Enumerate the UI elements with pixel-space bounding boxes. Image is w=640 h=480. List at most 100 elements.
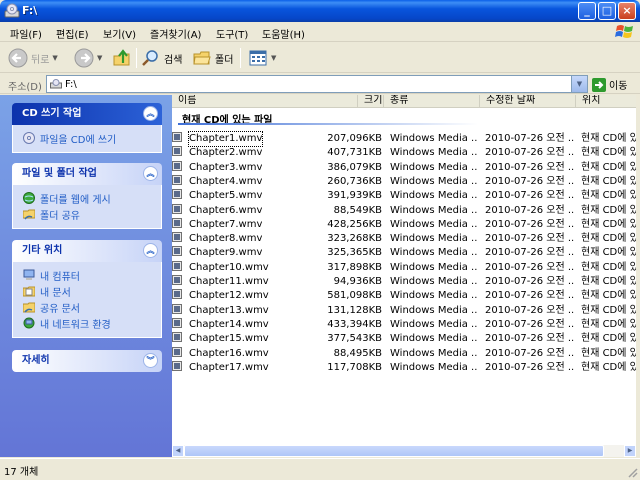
collapse-icon[interactable]: ︽ bbox=[143, 106, 158, 121]
file-type: Windows Media ... bbox=[390, 218, 478, 230]
scroll-right-icon[interactable]: ▶ bbox=[624, 445, 636, 457]
back-dropdown-icon[interactable]: ▼ bbox=[52, 54, 57, 62]
menu-file[interactable]: 파일(F) bbox=[10, 26, 42, 41]
video-file-icon bbox=[172, 260, 182, 271]
file-date: 2010-07-26 오전 ... bbox=[485, 161, 575, 173]
file-row[interactable]: Chapter15.wmv 377,543KB Windows Media ... 2… bbox=[172, 332, 636, 346]
horizontal-scrollbar[interactable]: ◀ ▶ bbox=[172, 445, 636, 457]
my-documents-link[interactable]: 내 문서 bbox=[23, 283, 151, 299]
cd-tasks-header[interactable]: CD 쓰기 작업 ︽ bbox=[12, 103, 162, 125]
file-row[interactable]: Chapter6.wmv 88,549KB Windows Media ... 201… bbox=[172, 203, 636, 218]
file-row[interactable]: Chapter7.wmv 428,256KB Windows Media ... 20… bbox=[172, 217, 636, 232]
other-places-header[interactable]: 기타 위치 ︽ bbox=[12, 240, 162, 262]
menu-view[interactable]: 보기(V) bbox=[103, 26, 136, 41]
resize-grip-icon[interactable] bbox=[626, 466, 638, 478]
column-location[interactable]: 위치 bbox=[576, 95, 636, 108]
file-row[interactable]: Chapter12.wmv 581,098KB Windows Media ... 2… bbox=[172, 289, 636, 303]
cd-drive-icon bbox=[50, 79, 62, 89]
file-type: Windows Media ... bbox=[390, 318, 478, 330]
video-file-icon bbox=[172, 317, 182, 328]
address-dropdown-icon[interactable]: ▼ bbox=[571, 76, 587, 92]
title-bar[interactable]: F:\ _ □ × bbox=[0, 0, 640, 22]
details-header[interactable]: 자세히 ︾ bbox=[12, 350, 162, 372]
file-date: 2010-07-26 오전 ... bbox=[485, 318, 575, 330]
file-size: 581,098KB bbox=[327, 290, 382, 302]
file-row[interactable]: Chapter16.wmv 88,495KB Windows Media ... 20… bbox=[172, 346, 636, 361]
file-name: Chapter11.wmv bbox=[189, 276, 269, 287]
file-row[interactable]: Chapter13.wmv 131,128KB Windows Media ... 2… bbox=[172, 303, 636, 318]
file-row[interactable]: Chapter4.wmv 260,736KB Windows Media ... 20… bbox=[172, 174, 636, 189]
file-tasks-panel: 파일 및 폴더 작업 ︽ 폴더를 웹에 게시 폴더 공유 bbox=[12, 163, 162, 229]
go-button[interactable]: 이동 bbox=[592, 77, 627, 92]
details-title: 자세히 bbox=[22, 355, 50, 366]
file-name: Chapter9.wmv bbox=[189, 247, 263, 259]
up-folder-button[interactable] bbox=[112, 47, 132, 69]
my-computer-link[interactable]: 내 컴퓨터 bbox=[23, 267, 151, 283]
expand-icon[interactable]: ︾ bbox=[143, 353, 158, 368]
file-name: Chapter2.wmv bbox=[189, 147, 263, 159]
file-row[interactable]: Chapter2.wmv 407,731KB Windows Media ... 20… bbox=[172, 146, 636, 160]
search-button[interactable]: 검색 bbox=[141, 47, 182, 69]
scroll-thumb[interactable] bbox=[184, 445, 604, 457]
collapse-icon[interactable]: ︽ bbox=[143, 243, 158, 258]
back-button[interactable]: 뒤로 ▼ bbox=[8, 47, 58, 69]
folders-icon bbox=[193, 51, 211, 65]
file-type: Windows Media ... bbox=[390, 333, 478, 345]
column-modified[interactable]: 수정한 날짜 bbox=[480, 95, 576, 108]
file-row[interactable]: Chapter10.wmv 317,898KB Windows Media ... 2… bbox=[172, 260, 636, 275]
close-button[interactable]: × bbox=[618, 2, 636, 20]
file-row[interactable]: Chapter11.wmv 94,936KB Windows Media ... 20… bbox=[172, 275, 636, 289]
file-type: Windows Media ... bbox=[390, 304, 478, 316]
shared-documents-link[interactable]: 공유 문서 bbox=[23, 299, 151, 315]
folders-label: 폴더 bbox=[215, 54, 234, 66]
scroll-left-icon[interactable]: ◀ bbox=[172, 445, 184, 457]
file-list-view[interactable]: 이름 크기 종류 수정한 날짜 위치 현재 CD에 있는 파일 Chapter1… bbox=[172, 95, 636, 457]
column-size[interactable]: 크기 bbox=[358, 95, 384, 108]
forward-button[interactable]: ▼ bbox=[74, 47, 102, 69]
file-size: 117,708KB bbox=[327, 361, 382, 373]
write-to-cd-link[interactable]: 파일을 CD에 쓰기 bbox=[23, 130, 151, 146]
file-type: Windows Media ... bbox=[390, 276, 478, 287]
menu-favorites[interactable]: 즐겨찾기(A) bbox=[150, 26, 201, 41]
minimize-button[interactable]: _ bbox=[578, 2, 596, 20]
column-type[interactable]: 종류 bbox=[384, 95, 480, 108]
file-row[interactable]: Chapter5.wmv 391,939KB Windows Media ... 20… bbox=[172, 189, 636, 203]
file-tasks-header[interactable]: 파일 및 폴더 작업 ︽ bbox=[12, 163, 162, 185]
file-row[interactable]: Chapter1.wmv 207,096KB Windows Media ... 20… bbox=[172, 131, 636, 147]
file-row[interactable]: Chapter17.wmv 117,708KB Windows Media ... 2… bbox=[172, 360, 636, 375]
toolbar: 뒤로 ▼ ▼ 검색 폴더 ▼ bbox=[0, 43, 640, 73]
file-date: 2010-07-26 오전 ... bbox=[485, 261, 575, 273]
other-places-title: 기타 위치 bbox=[22, 245, 63, 256]
column-name[interactable]: 이름 bbox=[172, 95, 358, 108]
go-arrow-icon bbox=[592, 77, 606, 92]
file-location: 현재 CD에 있 bbox=[581, 304, 636, 316]
menu-tools[interactable]: 도구(T) bbox=[216, 26, 248, 41]
video-file-icon bbox=[172, 289, 182, 300]
video-file-icon bbox=[172, 203, 182, 214]
share-folder-link[interactable]: 폴더 공유 bbox=[23, 206, 151, 222]
forward-dropdown-icon[interactable]: ▼ bbox=[97, 54, 102, 62]
file-size: 433,394KB bbox=[327, 318, 382, 330]
collapse-icon[interactable]: ︽ bbox=[143, 166, 158, 181]
address-input[interactable]: F:\ ▼ bbox=[46, 75, 588, 93]
folders-button[interactable]: 폴더 bbox=[192, 47, 233, 69]
network-places-label: 내 네트워크 환경 bbox=[40, 319, 111, 331]
file-name: Chapter8.wmv bbox=[189, 233, 263, 245]
file-type: Windows Media ... bbox=[390, 190, 478, 202]
file-name: Chapter13.wmv bbox=[189, 304, 269, 316]
file-row[interactable]: Chapter3.wmv 386,079KB Windows Media ... 20… bbox=[172, 160, 636, 175]
views-dropdown-icon[interactable]: ▼ bbox=[271, 54, 276, 62]
file-date: 2010-07-26 오전 ... bbox=[485, 247, 575, 259]
menu-help[interactable]: 도움말(H) bbox=[262, 26, 305, 41]
menu-edit[interactable]: 편집(E) bbox=[56, 26, 89, 41]
cd-tasks-panel: CD 쓰기 작업 ︽ 파일을 CD에 쓰기 bbox=[12, 103, 162, 153]
file-row[interactable]: Chapter9.wmv 325,365KB Windows Media ... 20… bbox=[172, 246, 636, 260]
network-places-link[interactable]: 내 네트워크 환경 bbox=[23, 315, 151, 331]
file-location: 현재 CD에 있 bbox=[581, 218, 636, 230]
file-row[interactable]: Chapter14.wmv 433,394KB Windows Media ... 2… bbox=[172, 317, 636, 332]
views-button[interactable]: ▼ bbox=[248, 47, 276, 69]
maximize-button[interactable]: □ bbox=[598, 2, 616, 20]
file-name: Chapter12.wmv bbox=[189, 290, 269, 302]
file-row[interactable]: Chapter8.wmv 323,268KB Windows Media ... 20… bbox=[172, 232, 636, 246]
publish-folder-link[interactable]: 폴더를 웹에 게시 bbox=[23, 190, 151, 206]
